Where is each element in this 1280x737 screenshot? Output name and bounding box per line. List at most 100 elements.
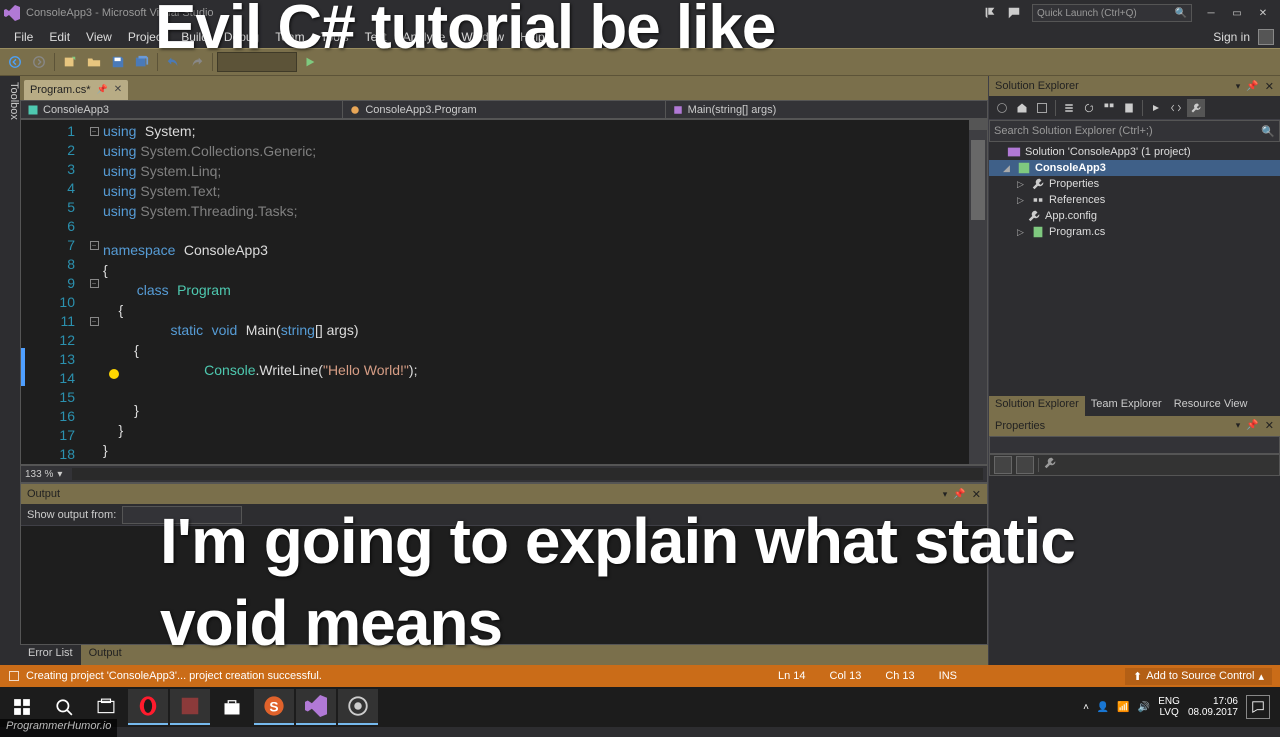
panel-options-icon[interactable]: ▾: [1236, 420, 1241, 431]
nav-back-button[interactable]: [4, 51, 26, 73]
code-editor[interactable]: 123456789101112131415161718 − − − − usin…: [20, 119, 988, 465]
redo-button[interactable]: [186, 51, 208, 73]
pin-icon[interactable]: 📌: [97, 84, 108, 95]
file-tab-program[interactable]: Program.cs* 📌 ✕: [24, 80, 128, 100]
scroll-thumb[interactable]: [971, 140, 985, 220]
output-text[interactable]: [21, 526, 987, 644]
horizontal-scrollbar[interactable]: [72, 468, 983, 480]
taskbar-store-icon[interactable]: [212, 689, 252, 725]
tree-references-node[interactable]: ▷References: [989, 192, 1280, 208]
close-panel-icon[interactable]: ✕: [1265, 80, 1274, 93]
panel-options-icon[interactable]: ▾: [1236, 81, 1241, 92]
tree-programcs-node[interactable]: ▷Program.cs: [989, 224, 1280, 240]
tab-solution-explorer[interactable]: Solution Explorer: [989, 396, 1085, 416]
taskbar-obs-icon[interactable]: [338, 689, 378, 725]
menu-analyze[interactable]: Analyze: [395, 28, 454, 46]
open-file-button[interactable]: [83, 51, 105, 73]
user-avatar-icon[interactable]: [1258, 29, 1274, 45]
menu-tools[interactable]: Tools: [313, 28, 357, 46]
close-tab-icon[interactable]: ✕: [114, 84, 122, 95]
zoom-combo[interactable]: 133 %: [25, 469, 53, 480]
code-text[interactable]: using System; using System.Collections.G…: [103, 120, 969, 464]
se-refresh-icon[interactable]: [1080, 99, 1098, 117]
undo-button[interactable]: [162, 51, 184, 73]
alphabetical-icon[interactable]: [1016, 456, 1034, 474]
outlining-margin[interactable]: − − − −: [85, 120, 103, 464]
taskbar-app1-icon[interactable]: [170, 689, 210, 725]
nav-class-combo[interactable]: ConsoleApp3.Program: [343, 101, 665, 119]
maximize-button[interactable]: ▭: [1224, 3, 1250, 23]
se-back-icon[interactable]: [993, 99, 1011, 117]
tab-team-explorer[interactable]: Team Explorer: [1085, 396, 1168, 416]
se-wrench-active-icon[interactable]: [1187, 99, 1205, 117]
taskbar-skype-icon[interactable]: S: [254, 689, 294, 725]
se-showall-icon[interactable]: [1100, 99, 1118, 117]
properties-grid[interactable]: [989, 476, 1280, 666]
toolbox-panel-tab[interactable]: Toolbox: [0, 76, 20, 665]
output-source-combo[interactable]: [122, 506, 242, 524]
system-tray[interactable]: ˄ 👤 📶 🔊 ENGLVQ 17:0608.09.2017: [1083, 695, 1278, 719]
notification-flag-icon[interactable]: [980, 3, 1000, 23]
tray-clock[interactable]: 17:0608.09.2017: [1188, 696, 1238, 718]
menu-window[interactable]: Window: [453, 28, 512, 46]
menu-view[interactable]: View: [78, 28, 120, 46]
pin-icon[interactable]: 📌: [953, 489, 965, 500]
se-view-code-icon[interactable]: [1167, 99, 1185, 117]
tree-solution-node[interactable]: Solution 'ConsoleApp3' (1 project): [989, 144, 1280, 160]
tab-output[interactable]: Output: [81, 645, 130, 665]
menu-file[interactable]: File: [6, 28, 41, 46]
tree-properties-node[interactable]: ▷Properties: [989, 176, 1280, 192]
nav-member-combo[interactable]: Main(string[] args): [666, 101, 987, 119]
pin-icon[interactable]: 📌: [1246, 420, 1258, 431]
tab-error-list[interactable]: Error List: [20, 645, 81, 665]
menu-build[interactable]: Build: [173, 28, 216, 46]
output-header[interactable]: Output ▾ 📌 ✕: [21, 484, 987, 504]
menu-test[interactable]: Test: [357, 28, 395, 46]
close-panel-icon[interactable]: ✕: [1265, 419, 1274, 432]
config-combo[interactable]: [217, 52, 297, 72]
solution-search-input[interactable]: Search Solution Explorer (Ctrl+;) 🔍: [989, 120, 1280, 142]
menu-help[interactable]: Help: [512, 28, 553, 46]
menu-edit[interactable]: Edit: [41, 28, 78, 46]
se-home-icon[interactable]: [1013, 99, 1031, 117]
signin-link[interactable]: Sign in: [1213, 30, 1250, 44]
nav-project-combo[interactable]: ConsoleApp3: [21, 101, 343, 119]
quick-launch-input[interactable]: Quick Launch (Ctrl+Q) 🔍: [1032, 4, 1192, 22]
save-button[interactable]: [107, 51, 129, 73]
se-collapse-icon[interactable]: [1060, 99, 1078, 117]
action-center-icon[interactable]: [1246, 695, 1270, 719]
tray-people-icon[interactable]: 👤: [1097, 702, 1109, 713]
close-panel-icon[interactable]: ✕: [972, 488, 981, 501]
menu-team[interactable]: Team: [267, 28, 312, 46]
save-all-button[interactable]: [131, 51, 153, 73]
tree-project-node[interactable]: ◢ConsoleApp3: [989, 160, 1280, 176]
feedback-icon[interactable]: [1004, 3, 1024, 23]
categorized-icon[interactable]: [994, 456, 1012, 474]
new-project-button[interactable]: [59, 51, 81, 73]
split-handle-icon[interactable]: [969, 120, 987, 130]
properties-header[interactable]: Properties ▾ 📌 ✕: [989, 416, 1280, 436]
properties-object-combo[interactable]: [989, 436, 1280, 454]
tray-language[interactable]: ENGLVQ: [1158, 696, 1180, 718]
se-preview-icon[interactable]: [1147, 99, 1165, 117]
solution-explorer-header[interactable]: Solution Explorer ▾ 📌 ✕: [989, 76, 1280, 96]
taskbar-visualstudio-icon[interactable]: [296, 689, 336, 725]
property-pages-icon[interactable]: [1043, 456, 1061, 474]
se-properties-icon[interactable]: [1120, 99, 1138, 117]
close-button[interactable]: ✕: [1250, 3, 1276, 23]
menu-project[interactable]: Project: [120, 28, 173, 46]
tab-resource-view[interactable]: Resource View: [1168, 396, 1254, 416]
tree-appconfig-node[interactable]: App.config: [989, 208, 1280, 224]
pin-icon[interactable]: 📌: [1246, 81, 1258, 92]
tray-wifi-icon[interactable]: 📶: [1117, 702, 1129, 713]
chevron-down-icon[interactable]: ▾: [57, 469, 62, 480]
start-button[interactable]: [299, 51, 321, 73]
minimize-button[interactable]: ─: [1198, 3, 1224, 23]
panel-options-icon[interactable]: ▾: [943, 489, 948, 500]
solution-tree[interactable]: Solution 'ConsoleApp3' (1 project) ◢Cons…: [989, 142, 1280, 396]
tray-chevron-icon[interactable]: ˄: [1083, 702, 1089, 713]
nav-fwd-button[interactable]: [28, 51, 50, 73]
tray-volume-icon[interactable]: 🔊: [1138, 702, 1150, 713]
menu-debug[interactable]: Debug: [216, 28, 267, 46]
se-sync-icon[interactable]: [1033, 99, 1051, 117]
